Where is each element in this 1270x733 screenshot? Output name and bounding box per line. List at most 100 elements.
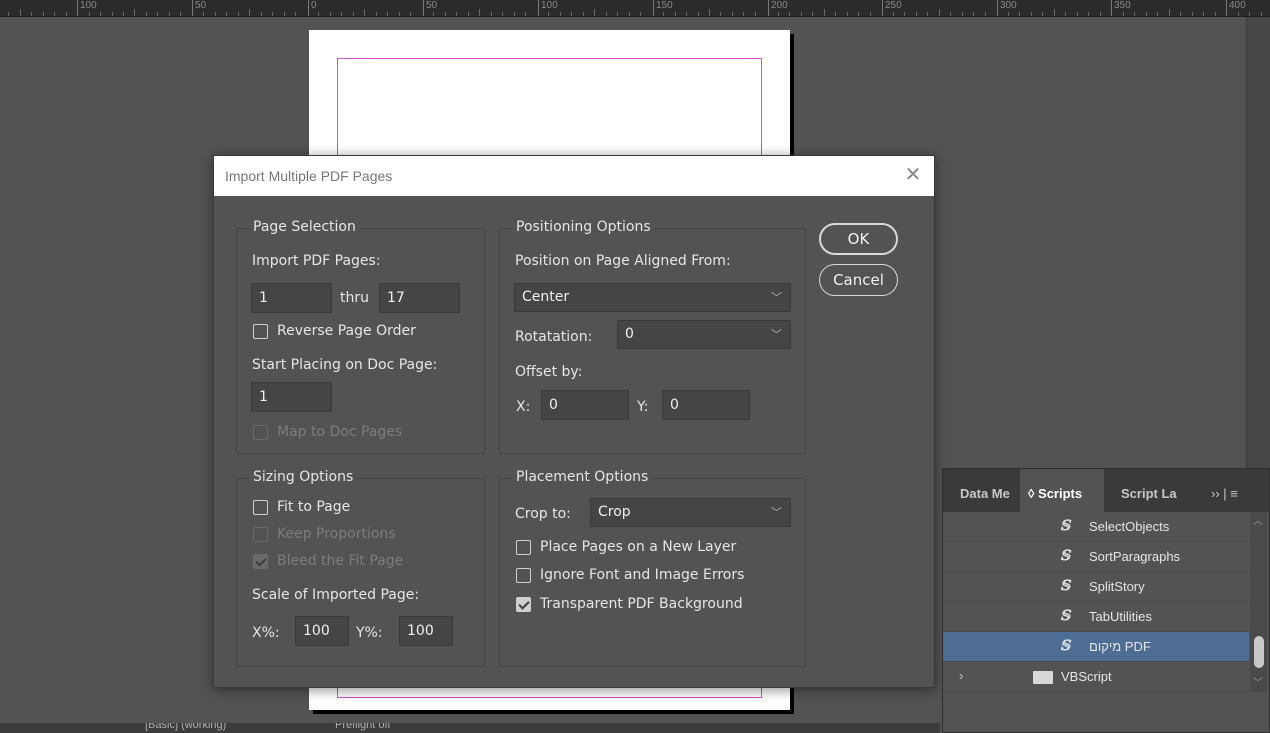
chevron-down-icon: ﹀ xyxy=(771,506,782,519)
cancel-button[interactable]: Cancel xyxy=(819,264,898,296)
ok-button[interactable]: OK xyxy=(819,223,898,255)
ruler-tick xyxy=(42,12,44,16)
ruler-label: 100 xyxy=(541,0,558,11)
ruler-tick xyxy=(88,12,90,16)
list-item-selected[interactable]: 𝕊 מיקום PDF xyxy=(943,632,1249,662)
scroll-thumb[interactable] xyxy=(1254,636,1264,668)
aligned-from-select[interactable]: Center ﹀ xyxy=(514,283,791,312)
ruler-tick xyxy=(754,12,756,16)
tab-data-merge[interactable]: Data Me xyxy=(943,469,1021,512)
ruler-tick xyxy=(617,12,618,16)
ruler-tick xyxy=(892,12,894,16)
script-icon: 𝕊 xyxy=(1060,548,1071,564)
horizontal-ruler[interactable]: 100 50 0 50 100 150 200 250 300 350 400 xyxy=(0,0,1270,17)
scroll-up-icon[interactable]: ︿ xyxy=(1253,512,1263,527)
ruler-tick xyxy=(295,12,297,16)
list-item[interactable]: 𝕊 TabUtilities xyxy=(943,602,1249,632)
preflight-status[interactable]: Preflight off xyxy=(335,723,390,731)
ruler-tick xyxy=(168,12,170,16)
ruler-tick xyxy=(1168,9,1170,16)
offset-y-input[interactable]: 0 xyxy=(662,390,750,420)
rotation-label: Rotatation: xyxy=(515,329,593,345)
ruler-tick xyxy=(628,12,630,16)
ruler-label: 400 xyxy=(1229,0,1246,11)
ruler-tick xyxy=(823,9,825,16)
ruler-label: 50 xyxy=(195,0,207,11)
ruler-tick xyxy=(927,12,929,16)
ruler-tick xyxy=(674,12,676,16)
status-bar: [Basic] (working) Preflight off xyxy=(0,723,940,733)
ignore-errors-label[interactable]: Ignore Font and Image Errors xyxy=(540,567,744,583)
ruler-tick xyxy=(352,12,354,16)
ruler-tick xyxy=(214,12,216,16)
ruler-tick xyxy=(709,9,710,16)
scale-x-input[interactable]: 100 xyxy=(295,616,349,646)
ruler-tick xyxy=(789,12,791,16)
transparent-bg-label[interactable]: Transparent PDF Background xyxy=(540,596,743,612)
dialog-titlebar[interactable]: Import Multiple PDF Pages ✕ xyxy=(214,156,934,196)
list-item-label: SplitStory xyxy=(1089,579,1145,594)
ruler-tick xyxy=(846,12,848,16)
ruler-tick xyxy=(467,12,469,16)
fit-to-page-checkbox[interactable] xyxy=(253,500,268,515)
ruler-tick xyxy=(812,12,814,16)
list-item[interactable]: 𝕊 SplitStory xyxy=(943,572,1249,602)
scripts-list: 𝕊 SelectObjects 𝕊 SortParagraphs 𝕊 Split… xyxy=(943,512,1269,692)
ruler-tick xyxy=(444,12,446,16)
transparent-bg-checkbox[interactable] xyxy=(516,597,531,612)
tab-scripts[interactable]: ◊ Scripts xyxy=(1020,469,1104,512)
list-item-label: VBScript xyxy=(1061,669,1112,684)
ruler-tick xyxy=(1053,9,1055,16)
folder-item[interactable]: › VBScript xyxy=(943,662,1249,692)
ruler-label: 150 xyxy=(656,0,673,11)
to-page-input[interactable]: 17 xyxy=(379,283,460,313)
ruler-tick xyxy=(433,12,435,16)
ruler-tick xyxy=(260,12,262,16)
ruler-tick xyxy=(1180,12,1181,16)
ruler-tick xyxy=(548,12,550,16)
ruler-tick xyxy=(8,12,10,16)
fit-to-page-label[interactable]: Fit to Page xyxy=(277,499,350,515)
scale-label: Scale of Imported Page: xyxy=(252,587,420,603)
keep-proportions-label: Keep Proportions xyxy=(277,526,396,542)
ruler-tick xyxy=(640,12,641,16)
ruler-tick xyxy=(1099,12,1101,16)
crop-to-select[interactable]: Crop ﹀ xyxy=(590,498,791,527)
ruler-tick xyxy=(594,9,595,16)
ruler-tick xyxy=(364,9,366,16)
ruler-tick xyxy=(490,12,492,16)
list-item[interactable]: 𝕊 SortParagraphs xyxy=(943,542,1249,572)
offset-x-input[interactable]: 0 xyxy=(541,390,629,420)
new-layer-checkbox[interactable] xyxy=(516,540,531,555)
ruler-tick xyxy=(1249,12,1250,16)
scroll-down-icon[interactable]: ﹀ xyxy=(1253,674,1263,689)
start-page-input[interactable]: 1 xyxy=(251,382,332,412)
list-item[interactable]: 𝕊 SelectObjects xyxy=(943,512,1249,542)
ruler-tick xyxy=(123,12,124,16)
ruler-tick xyxy=(375,12,377,16)
rotation-value: 0 xyxy=(625,326,634,342)
close-icon[interactable]: ✕ xyxy=(902,164,924,186)
ruler-tick xyxy=(869,12,871,16)
group-legend: Sizing Options xyxy=(249,469,358,485)
ruler-tick xyxy=(456,12,458,16)
from-page-input[interactable]: 1 xyxy=(251,283,332,313)
workspace-status[interactable]: [Basic] (working) xyxy=(145,723,226,731)
chevron-down-icon: ﹀ xyxy=(771,291,782,304)
panel-menu-icon[interactable]: ›› | ≡ xyxy=(1211,469,1269,512)
rotation-select[interactable]: 0 ﹀ xyxy=(617,320,791,349)
new-layer-label[interactable]: Place Pages on a New Layer xyxy=(540,539,736,555)
list-item-label: SortParagraphs xyxy=(1089,549,1181,564)
map-doc-pages-label: Map to Doc Pages xyxy=(277,424,403,440)
ignore-errors-checkbox[interactable] xyxy=(516,568,531,583)
scale-y-input[interactable]: 100 xyxy=(399,616,453,646)
tab-script-label[interactable]: Script La xyxy=(1104,469,1182,512)
chevron-right-icon[interactable]: › xyxy=(959,668,963,683)
bleed-fit-label: Bleed the Fit Page xyxy=(277,553,404,569)
reverse-order-label[interactable]: Reverse Page Order xyxy=(277,323,416,339)
ruler-tick xyxy=(329,12,331,16)
reverse-order-checkbox[interactable] xyxy=(253,324,268,339)
ruler-tick xyxy=(502,12,504,16)
scrollbar[interactable]: ︿ ﹀ xyxy=(1250,512,1267,692)
ruler-tick xyxy=(145,12,147,16)
